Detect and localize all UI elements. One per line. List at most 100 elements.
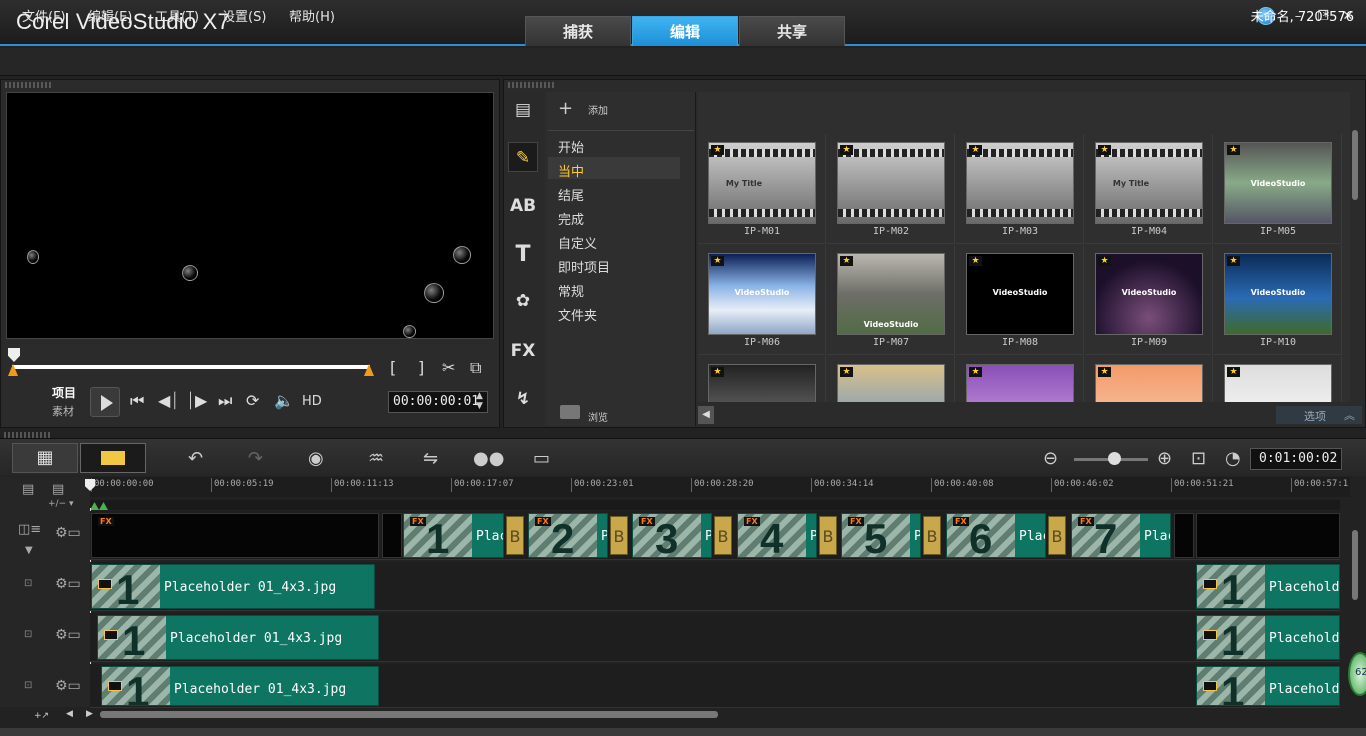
video-clip[interactable]: FX7 Plac: [1071, 513, 1171, 558]
panel-grip[interactable]: [508, 82, 554, 88]
video-clip[interactable]: FX5 P: [841, 513, 921, 558]
browse-icon[interactable]: [560, 405, 580, 419]
undo-icon[interactable]: ↶: [188, 448, 203, 469]
overlay-clip[interactable]: 1 Placeholder 01_4x3.jpg: [101, 666, 379, 706]
overlay-track-icon[interactable]: ⚙▭: [55, 627, 81, 649]
zoom-out-icon[interactable]: ⊖: [1043, 448, 1058, 469]
scissors-icon[interactable]: ✂: [442, 358, 455, 377]
menu-help[interactable]: 帮助(H): [289, 6, 335, 25]
graphics-icon[interactable]: ✿: [508, 286, 538, 316]
template-thumbnail[interactable]: ★ IP-M02: [827, 134, 955, 244]
transition-clip[interactable]: B: [923, 516, 941, 555]
black-clip[interactable]: [1174, 513, 1194, 558]
video-clip[interactable]: FX6 Plac: [946, 513, 1046, 558]
mark-in-button[interactable]: [: [390, 358, 396, 377]
auto-music-icon[interactable]: ⇋: [423, 448, 438, 469]
lock-icon[interactable]: ⊡: [24, 629, 32, 640]
category-custom[interactable]: 自定义: [558, 233, 597, 252]
category-general[interactable]: 常规: [558, 281, 584, 300]
overlay-clip[interactable]: 1 Placehold: [1196, 666, 1340, 706]
path-icon[interactable]: ↯: [508, 384, 538, 414]
record-capture-icon[interactable]: ◉: [308, 448, 324, 469]
category-instant-project[interactable]: 即时项目: [558, 257, 610, 276]
mark-out-button[interactable]: ]: [418, 358, 424, 377]
menu-edit[interactable]: 编辑(E): [88, 6, 132, 25]
template-thumbnail[interactable]: ★ VideoStudio IP-M09: [1085, 245, 1213, 355]
template-thumbnail[interactable]: ★ My Title IP-M04: [1085, 134, 1213, 244]
motion-tracking-icon[interactable]: ●●: [473, 448, 504, 469]
mode-clip[interactable]: 素材: [52, 403, 74, 419]
black-clip[interactable]: [1196, 513, 1340, 558]
overlay-clip[interactable]: 1 Placehold: [1196, 615, 1340, 660]
lock-icon[interactable]: ⊡: [24, 578, 32, 589]
timeline-vscroll[interactable]: [1352, 530, 1358, 600]
overlay-clip[interactable]: 1 Placeholder 01_4x3.jpg: [97, 615, 379, 660]
video-clip[interactable]: FX1 Plac: [403, 513, 504, 558]
transition-clip[interactable]: B: [714, 516, 732, 555]
options-button[interactable]: 选项 ︽: [1276, 406, 1362, 424]
scroll-left-icon[interactable]: ◀: [66, 709, 73, 719]
video-clip[interactable]: FX4 P: [737, 513, 817, 558]
enlarge-icon[interactable]: ⧉: [470, 358, 481, 378]
scroll-right-icon[interactable]: ▶: [86, 709, 93, 719]
overlay-track-icon[interactable]: ⚙▭: [55, 678, 81, 700]
panel-grip[interactable]: [5, 82, 51, 88]
transition-clip[interactable]: B: [1048, 516, 1066, 555]
template-thumbnail[interactable]: ★ IP-M03: [956, 134, 1084, 244]
template-thumbnail[interactable]: ★: [1085, 356, 1213, 402]
template-thumbnail[interactable]: ★: [698, 356, 826, 402]
browse-label[interactable]: 浏览: [588, 409, 608, 424]
subtitle-editor-icon[interactable]: ▭: [533, 448, 550, 469]
transition-clip[interactable]: B: [819, 516, 837, 555]
tab-share[interactable]: 共享: [739, 16, 845, 46]
template-thumbnail[interactable]: ★ VideoStudio IP-M08: [956, 245, 1084, 355]
zoom-in-icon[interactable]: ⊕: [1157, 448, 1172, 469]
track-manager-icon[interactable]: ▤: [22, 482, 34, 497]
previous-frame-icon[interactable]: ◀⏐: [158, 391, 179, 411]
redo-icon[interactable]: ↷: [248, 448, 263, 469]
next-frame-icon[interactable]: ⏐▶: [186, 391, 207, 411]
player-timecode[interactable]: 00:00:00:01: [388, 391, 488, 413]
lock-icon[interactable]: ⊡: [24, 680, 32, 691]
menu-file[interactable]: 文件(F): [22, 6, 66, 25]
category-folder[interactable]: 文件夹: [558, 305, 597, 324]
video-clip[interactable]: FX3 P: [632, 513, 712, 558]
library-scrollbar[interactable]: [1352, 130, 1358, 200]
scrub-bar[interactable]: [12, 365, 370, 369]
volume-icon[interactable]: 🔈: [274, 391, 294, 410]
black-clip[interactable]: [382, 513, 402, 558]
transition-clip[interactable]: B: [610, 516, 628, 555]
menu-settings[interactable]: 设置(S): [222, 6, 266, 25]
template-thumbnail[interactable]: ★ VideoStudio IP-M06: [698, 245, 826, 355]
track-expand-icon[interactable]: ▼: [25, 545, 33, 556]
collapse-left-icon[interactable]: ◀: [698, 406, 714, 424]
play-button[interactable]: [90, 387, 120, 417]
transition-clip[interactable]: B: [506, 516, 524, 555]
repeat-icon[interactable]: ⟳: [246, 391, 259, 410]
category-end[interactable]: 结尾: [558, 185, 584, 204]
timeline-timecode[interactable]: 0:01:00:02: [1250, 448, 1342, 470]
instant-project-icon[interactable]: ✎: [508, 142, 538, 172]
track-visibility-icon[interactable]: ◫≡: [18, 522, 41, 537]
template-thumbnail[interactable]: ★ My Title IP-M01: [698, 134, 826, 244]
add-icon[interactable]: +: [558, 98, 573, 119]
menu-tools[interactable]: 工具(T): [155, 6, 199, 25]
project-duration-icon[interactable]: ◔: [1225, 448, 1241, 469]
tab-capture[interactable]: 捕获: [525, 16, 631, 46]
black-clip[interactable]: FX: [91, 513, 379, 558]
overlay-track-icon[interactable]: ⚙▭: [55, 576, 81, 598]
storyboard-view-button[interactable]: ▦: [12, 443, 78, 473]
timeline-view-button[interactable]: [80, 443, 146, 473]
overlay-clip[interactable]: 1 Placehold: [1196, 564, 1340, 609]
template-thumbnail[interactable]: ★ VideoStudio IP-M07: [827, 245, 955, 355]
category-complete[interactable]: 完成: [558, 209, 584, 228]
mode-project[interactable]: 项目: [52, 384, 76, 401]
media-icon[interactable]: ▤: [508, 95, 538, 125]
category-middle[interactable]: 当中: [558, 161, 584, 180]
end-icon[interactable]: ⏭: [218, 391, 232, 411]
zoom-slider-handle[interactable]: [1108, 452, 1121, 465]
template-thumbnail[interactable]: ★: [827, 356, 955, 402]
transition-icon[interactable]: AB: [508, 191, 538, 221]
add-label[interactable]: 添加: [588, 102, 608, 117]
filter-icon[interactable]: FX: [508, 336, 538, 366]
